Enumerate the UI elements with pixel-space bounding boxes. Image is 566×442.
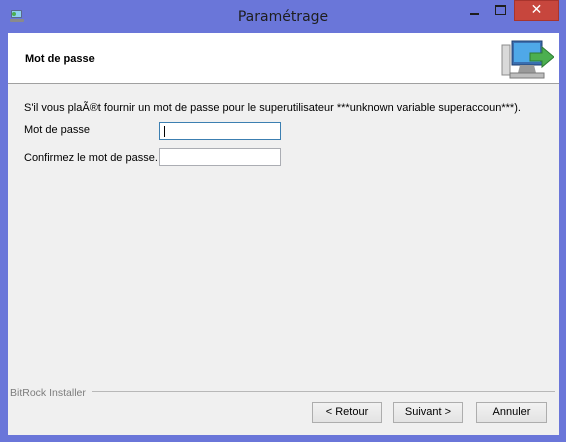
page-title: Mot de passe bbox=[25, 53, 95, 65]
close-button[interactable]: ✕ bbox=[514, 0, 559, 21]
text-caret bbox=[164, 126, 165, 137]
footer-brand: BitRock Installer bbox=[10, 387, 86, 399]
title-bar[interactable]: Paramétrage ✕ bbox=[0, 0, 566, 33]
installer-window: Paramétrage ✕ Mot de passe S'il vous pla… bbox=[0, 0, 566, 442]
computer-install-logo bbox=[501, 40, 554, 79]
intro-text: S'il vous plaÃ®t fournir un mot de passe… bbox=[24, 102, 521, 114]
cancel-button[interactable]: Annuler bbox=[476, 402, 547, 423]
page-header: Mot de passe bbox=[8, 33, 559, 84]
back-button[interactable]: < Retour bbox=[312, 402, 382, 423]
close-icon: ✕ bbox=[530, 2, 543, 18]
footer-divider bbox=[92, 391, 555, 392]
password-field[interactable] bbox=[159, 122, 281, 140]
minimize-icon[interactable] bbox=[461, 0, 487, 21]
next-button[interactable]: Suivant > bbox=[393, 402, 463, 423]
confirm-password-field[interactable] bbox=[159, 148, 281, 166]
dialog-body: Mot de passe S'il vous plaÃ®t fournir un… bbox=[8, 33, 559, 435]
confirm-password-label: Confirmez le mot de passe. bbox=[24, 152, 158, 164]
password-label: Mot de passe bbox=[24, 124, 91, 136]
maximize-icon[interactable] bbox=[487, 0, 513, 21]
